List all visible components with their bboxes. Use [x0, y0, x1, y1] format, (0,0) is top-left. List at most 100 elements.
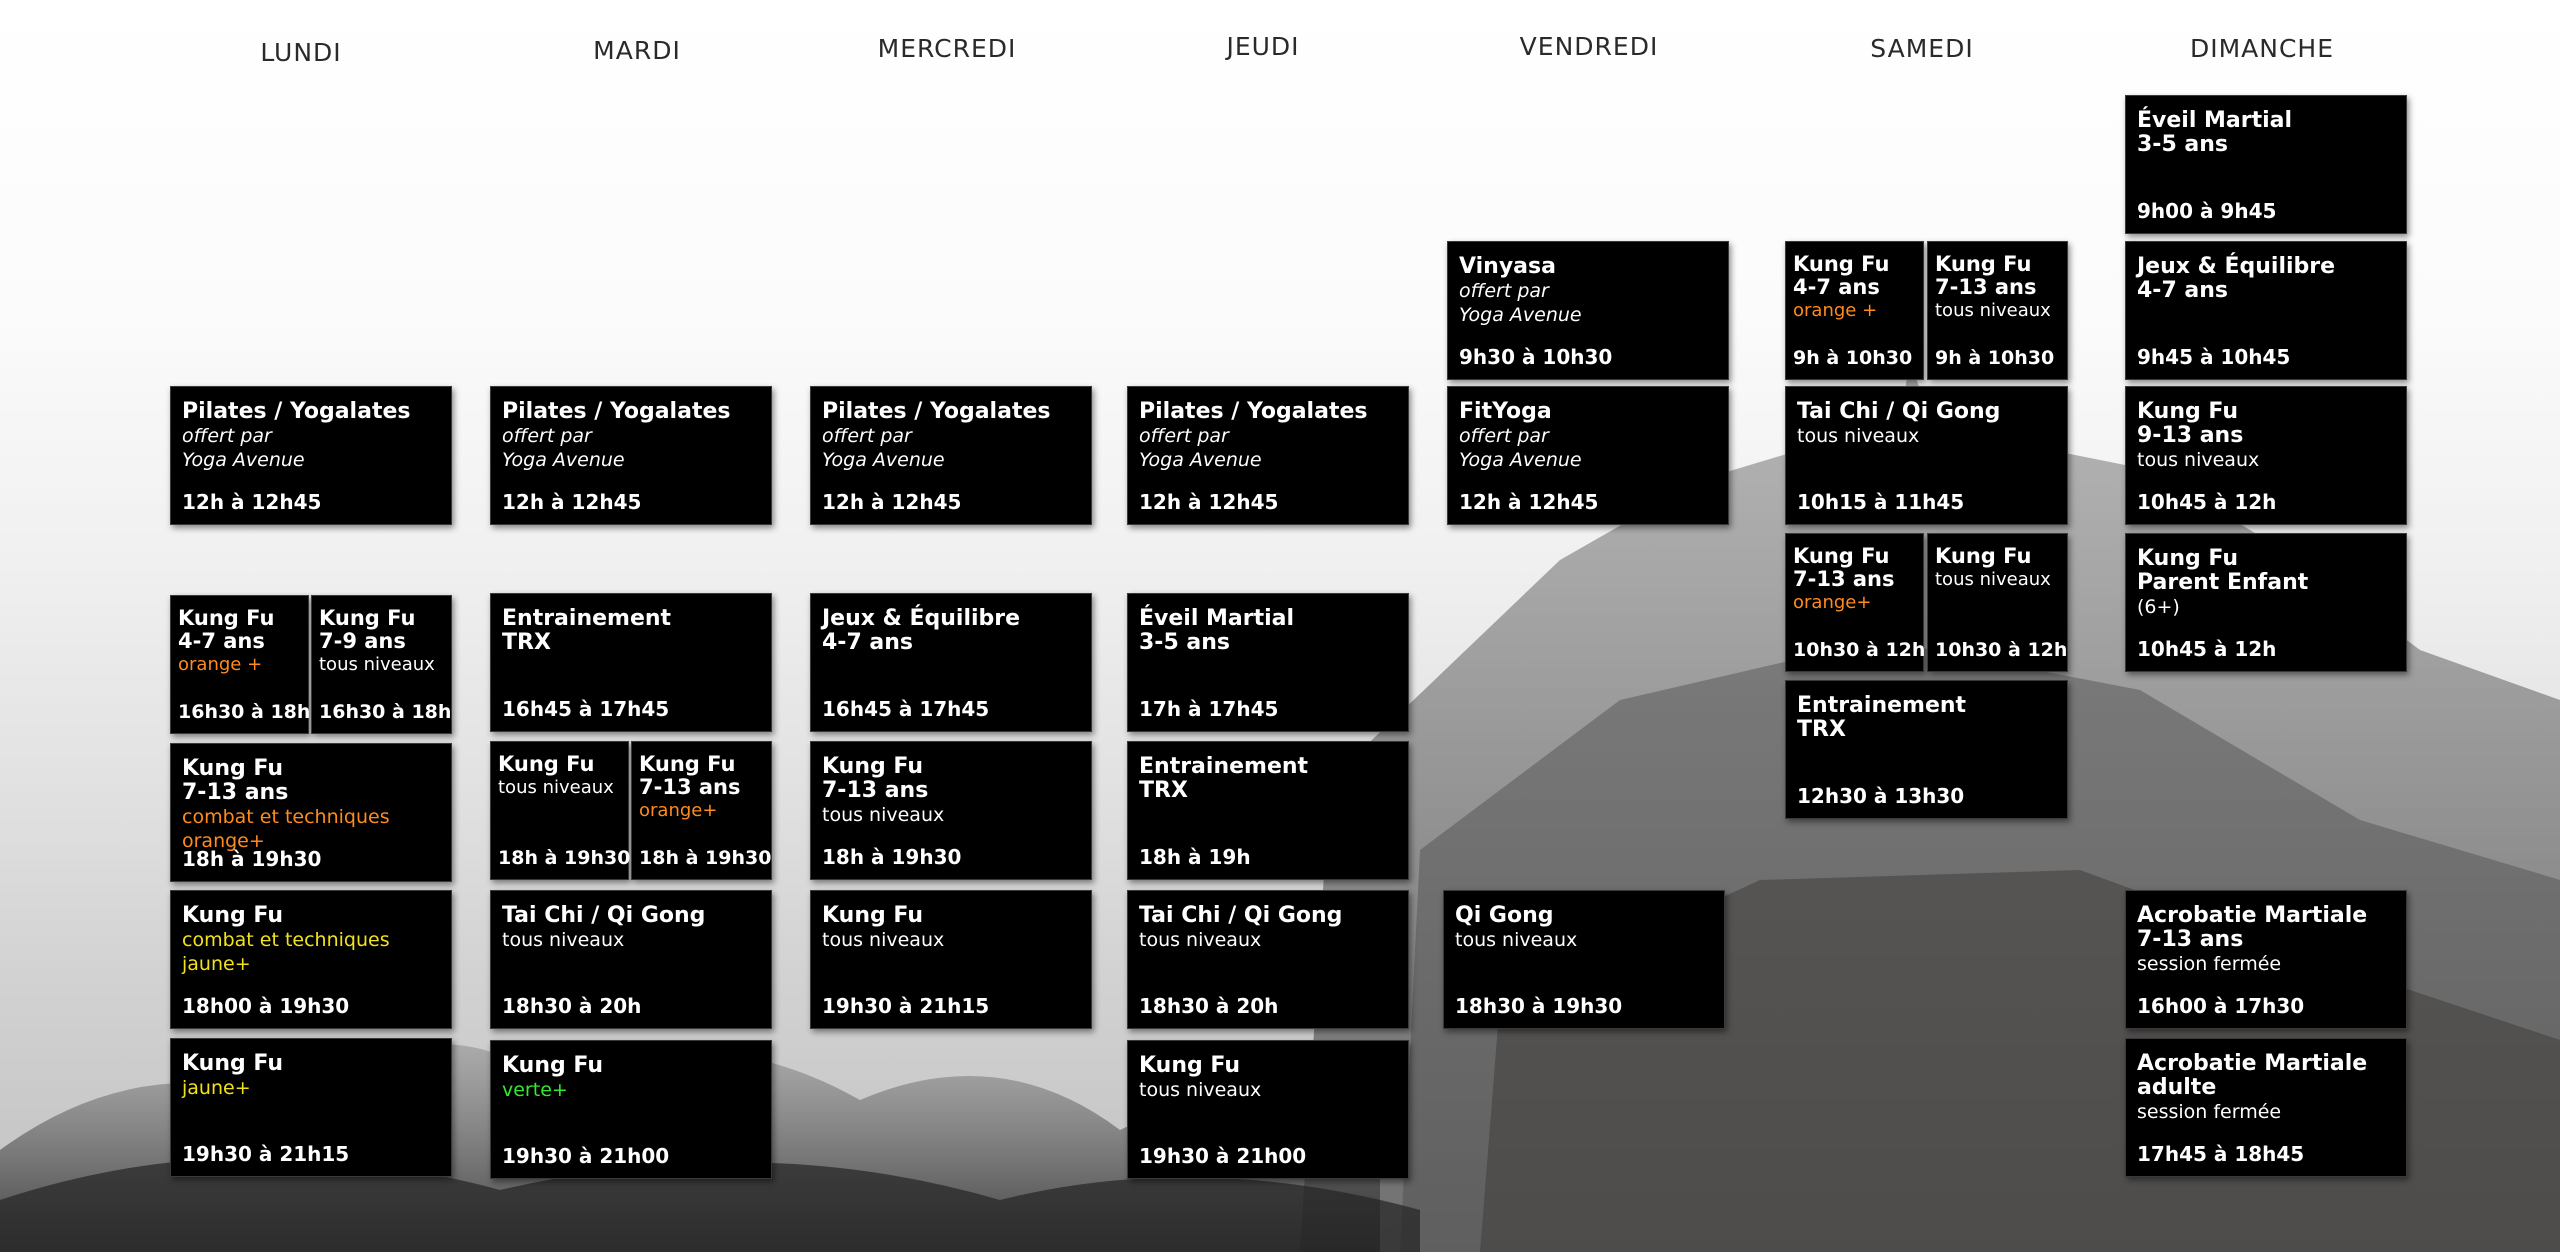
class-time: 10h15 à 11h45 [1797, 490, 1965, 514]
class-title: Kung Fu 4-7 ans [178, 606, 275, 653]
class-title: Kung Fu 4-7 ans [1793, 252, 1890, 299]
class-subtitle: offert par Yoga Avenue [1459, 425, 1582, 471]
class-card[interactable]: Vinyasa offert par Yoga Avenue 9h30 à 10h3… [1447, 241, 1729, 380]
class-title: Entrainement TRX [1797, 693, 1967, 742]
class-subtitle: tous niveaux [822, 804, 945, 826]
class-card[interactable]: Kung Fu 4-7 ans orange + 9h à 10h30 [1785, 241, 1924, 380]
class-subtitle: verte+ [502, 1079, 568, 1101]
class-time: 17h à 17h45 [1139, 697, 1279, 721]
class-title: Pilates / Yogalates [502, 399, 731, 424]
class-time: 9h30 à 10h30 [1459, 345, 1613, 369]
class-time: 19h30 à 21h00 [502, 1144, 670, 1168]
day-header-vendredi: VENDREDI [1519, 32, 1659, 61]
class-card[interactable]: Entrainement TRX 16h45 à 17h45 [490, 593, 772, 732]
class-card[interactable]: FitYoga offert par Yoga Avenue 12h à 12h45 [1447, 386, 1729, 525]
class-title: Kung Fu 7-13 ans [639, 752, 741, 799]
class-subtitle: combat et techniques jaune+ [182, 929, 390, 975]
class-card[interactable]: Acrobatie Martiale adulte session fermée 1… [2125, 1038, 2407, 1177]
class-card[interactable]: Qi Gong tous niveaux 18h30 à 19h30 [1443, 890, 1725, 1029]
class-time: 9h00 à 9h45 [2137, 199, 2277, 223]
class-time: 18h à 19h30 [498, 847, 631, 869]
class-card[interactable]: Pilates / Yogalates offert par Yoga Avenu… [490, 386, 772, 525]
class-subtitle: combat et techniques orange+ [182, 806, 390, 852]
class-card[interactable]: Pilates / Yogalates offert par Yoga Avenu… [810, 386, 1092, 525]
class-card[interactable]: Kung Fu Parent Enfant (6+) 10h45 à 12h [2125, 533, 2407, 672]
day-header-dimanche: DIMANCHE [2189, 34, 2335, 63]
class-card[interactable]: Tai Chi / Qi Gong tous niveaux 10h15 à 11h… [1785, 386, 2068, 525]
class-title: Kung Fu [502, 1053, 603, 1078]
class-card[interactable]: Kung Fu 7-13 ans combat et techniques ora… [170, 743, 452, 882]
class-subtitle: jaune+ [182, 1077, 251, 1099]
class-title: Jeux & Équilibre 4-7 ans [2137, 254, 2336, 303]
class-card[interactable]: Tai Chi / Qi Gong tous niveaux 18h30 à 20h [490, 890, 772, 1029]
class-card[interactable]: Entrainement TRX 12h30 à 13h30 [1785, 680, 2068, 819]
class-subtitle: tous niveaux [2137, 449, 2260, 471]
class-subtitle: session fermée [2137, 1101, 2282, 1123]
class-card[interactable]: Pilates / Yogalates offert par Yoga Avenu… [170, 386, 452, 525]
class-title: Kung Fu 7-13 ans [822, 754, 929, 803]
class-time: 19h30 à 21h15 [822, 994, 990, 1018]
class-card[interactable]: Kung Fu jaune+ 19h30 à 21h15 [170, 1038, 452, 1177]
class-time: 18h00 à 19h30 [182, 994, 350, 1018]
class-time: 12h à 12h45 [502, 490, 642, 514]
class-time: 12h30 à 13h30 [1797, 784, 1965, 808]
class-time: 16h45 à 17h45 [502, 697, 670, 721]
class-subtitle: orange+ [639, 800, 718, 821]
class-title: Jeux & Équilibre 4-7 ans [822, 606, 1021, 655]
class-card[interactable]: Kung Fu 4-7 ans orange + 16h30 à 18h [170, 595, 311, 734]
day-header-mercredi: MERCREDI [877, 34, 1017, 63]
class-title: Pilates / Yogalates [1139, 399, 1368, 424]
class-card[interactable]: Kung Fu tous niveaux 19h30 à 21h00 [1127, 1040, 1409, 1179]
class-subtitle: tous niveaux [502, 929, 625, 951]
class-time: 18h à 19h30 [822, 845, 962, 869]
class-title: FitYoga [1459, 399, 1552, 424]
class-title: Kung Fu Parent Enfant [2137, 546, 2309, 595]
class-time: 9h45 à 10h45 [2137, 345, 2291, 369]
class-title: Entrainement TRX [1139, 754, 1309, 803]
class-subtitle: tous niveaux [1455, 929, 1578, 951]
class-subtitle: tous niveaux [498, 777, 614, 798]
class-title: Kung Fu 7-13 ans [1935, 252, 2037, 299]
class-card[interactable]: Jeux & Équilibre 4-7 ans 16h45 à 17h45 [810, 593, 1092, 732]
class-subtitle: offert par Yoga Avenue [1139, 425, 1262, 471]
class-title: Kung Fu 9-13 ans [2137, 399, 2244, 448]
class-card[interactable]: Kung Fu tous niveaux 19h30 à 21h15 [810, 890, 1092, 1029]
class-card[interactable]: Jeux & Équilibre 4-7 ans 9h45 à 10h45 [2125, 241, 2407, 380]
class-time: 10h30 à 12h [1935, 639, 2068, 661]
class-card[interactable]: Kung Fu 7-13 ans orange+ 18h à 19h30 [631, 741, 772, 880]
class-card[interactable]: Éveil Martial 3-5 ans 17h à 17h45 [1127, 593, 1409, 732]
class-card[interactable]: Kung Fu tous niveaux 18h à 19h30 [490, 741, 631, 880]
class-card[interactable]: Kung Fu 7-13 ans orange+ 10h30 à 12h [1785, 533, 1925, 672]
class-card[interactable]: Kung Fu 9-13 ans tous niveaux 10h45 à 12h [2125, 386, 2407, 525]
class-title: Acrobatie Martiale adulte [2137, 1051, 2368, 1100]
day-header-lundi: LUNDI [260, 38, 342, 67]
class-card[interactable]: Kung Fu verte+ 19h30 à 21h00 [490, 1040, 772, 1179]
class-title: Tai Chi / Qi Gong [502, 903, 706, 928]
class-card[interactable]: Acrobatie Martiale 7-13 ans session fermé… [2125, 890, 2407, 1029]
class-title: Pilates / Yogalates [182, 399, 411, 424]
class-subtitle: tous niveaux [1139, 929, 1262, 951]
class-title: Kung Fu [1139, 1053, 1240, 1078]
class-card[interactable]: Kung Fu 7-13 ans tous niveaux 18h à 19h30 [810, 741, 1092, 880]
class-card[interactable]: Kung Fu tous niveaux 10h30 à 12h [1927, 533, 2068, 672]
class-card[interactable]: Tai Chi / Qi Gong tous niveaux 18h30 à 20h [1127, 890, 1409, 1029]
class-card[interactable]: Pilates / Yogalates offert par Yoga Avenu… [1127, 386, 1409, 525]
class-title: Kung Fu 7-9 ans [319, 606, 416, 653]
class-time: 16h30 à 18h [178, 701, 311, 723]
class-time: 18h30 à 20h [1139, 994, 1279, 1018]
class-subtitle: session fermée [2137, 953, 2282, 975]
class-title: Pilates / Yogalates [822, 399, 1051, 424]
class-title: Kung Fu [182, 1051, 283, 1076]
class-card[interactable]: Entrainement TRX 18h à 19h [1127, 741, 1409, 880]
class-title: Kung Fu [1935, 544, 2032, 568]
class-card[interactable]: Kung Fu 7-13 ans tous niveaux 9h à 10h30 [1927, 241, 2068, 380]
class-card[interactable]: Éveil Martial 3-5 ans 9h00 à 9h45 [2125, 95, 2407, 234]
class-title: Kung Fu [822, 903, 923, 928]
class-card[interactable]: Kung Fu combat et techniques jaune+ 18h00 … [170, 890, 452, 1029]
class-subtitle: tous niveaux [1797, 425, 1920, 447]
class-time: 16h30 à 18h [319, 701, 452, 723]
class-card[interactable]: Kung Fu 7-9 ans tous niveaux 16h30 à 18h [311, 595, 452, 734]
class-subtitle: orange + [1793, 300, 1878, 321]
class-title: Kung Fu [182, 903, 283, 928]
class-title: Éveil Martial 3-5 ans [1139, 606, 1295, 655]
